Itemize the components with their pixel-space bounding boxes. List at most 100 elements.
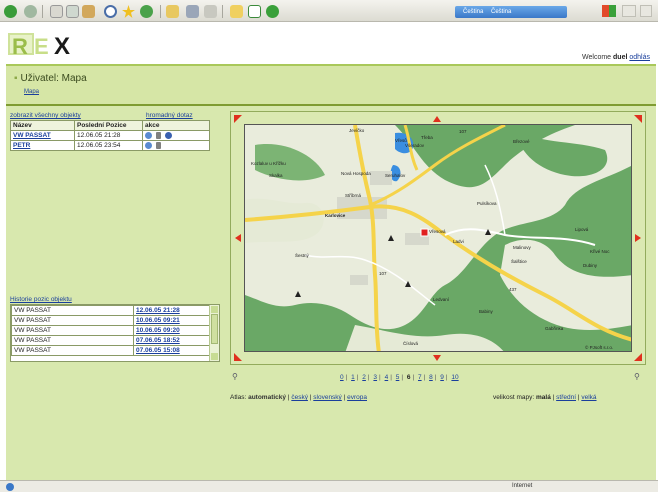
object-name-link[interactable]: VW PASSAT xyxy=(13,132,51,139)
toolbar-separator xyxy=(42,5,43,18)
scroll-thumb[interactable] xyxy=(211,314,218,344)
map-place-label: Třeba xyxy=(421,135,433,140)
page-link[interactable]: 7 xyxy=(418,374,422,381)
breadcrumb[interactable]: Mapa xyxy=(24,89,39,95)
map-place-label: Babiny xyxy=(479,309,494,314)
map-place-label: Lipová xyxy=(575,227,589,232)
language-tab[interactable]: Čeština xyxy=(491,9,511,15)
table-row[interactable]: VW PASSAT 12.06.05 21:28 xyxy=(11,305,211,316)
info-icon[interactable] xyxy=(164,132,172,139)
globe-icon[interactable] xyxy=(145,132,152,139)
map-place-label: Všeradov xyxy=(405,143,425,148)
map-canvas: Jevíčko Vřesů Třeba Všeradov Březové Koz… xyxy=(245,125,631,351)
map-size-label: velikost mapy: xyxy=(493,394,535,401)
refresh-icon[interactable] xyxy=(66,5,79,18)
scroll-up-icon[interactable] xyxy=(211,306,218,313)
svg-text:E: E xyxy=(34,34,49,59)
print-icon[interactable] xyxy=(186,5,199,18)
page-link[interactable]: 0 xyxy=(340,374,344,381)
windows-logo-icon xyxy=(602,5,616,17)
maximize-icon[interactable] xyxy=(640,5,652,17)
minimize-icon[interactable] xyxy=(622,5,636,17)
security-zone: Internet xyxy=(512,483,533,489)
page-link[interactable]: 2 xyxy=(362,374,366,381)
history-date-link[interactable]: 10.06.05 09:20 xyxy=(133,325,211,336)
edit-icon[interactable] xyxy=(204,5,217,18)
pan-north-icon[interactable] xyxy=(433,115,441,123)
page-link[interactable]: 8 xyxy=(429,374,433,381)
objects-table: Název Poslední Pozice akce VW PASSAT 12.… xyxy=(10,120,210,152)
object-name-link[interactable]: PETR xyxy=(13,142,30,149)
svg-text:X: X xyxy=(54,33,70,59)
folder-icon[interactable] xyxy=(230,5,243,18)
column-header: Název xyxy=(10,120,75,131)
show-all-objects-link[interactable]: zobrazit všechny objekty xyxy=(10,112,81,119)
zoom-in-icon[interactable]: ⚲ xyxy=(634,372,640,381)
map-size-current: malá xyxy=(536,394,551,401)
page-icon[interactable] xyxy=(248,5,261,18)
search-icon[interactable] xyxy=(104,5,117,18)
favorites-icon[interactable] xyxy=(122,5,135,18)
page-link[interactable]: 9 xyxy=(440,374,444,381)
bulk-query-link[interactable]: hromadný dotaz xyxy=(146,112,193,119)
map-place-label: Pulsíkova xyxy=(477,201,497,206)
history-scrollbar[interactable] xyxy=(209,305,219,361)
pan-south-icon[interactable] xyxy=(433,354,441,362)
scroll-down-icon[interactable] xyxy=(211,353,218,360)
history-date-link[interactable]: 12.06.05 21:28 xyxy=(133,305,211,316)
page-link[interactable]: 4 xyxy=(385,374,389,381)
page-link[interactable]: 10 xyxy=(451,374,458,381)
language-tabs[interactable]: Čeština Čeština xyxy=(455,6,567,18)
globe-icon[interactable] xyxy=(145,142,152,150)
table-header-row: Název Poslední Pozice akce xyxy=(10,120,210,131)
map-pagination: 0 | 1 | 2 | 3 | 4 | 5 | 6 | 7 | 8 | 9 | 10 xyxy=(340,374,459,381)
page-link[interactable]: 1 xyxy=(351,374,355,381)
page-link[interactable]: 3 xyxy=(373,374,377,381)
map-place-label: Číslová xyxy=(403,340,419,346)
language-tab[interactable]: Čeština xyxy=(463,9,483,15)
phone-icon[interactable] xyxy=(155,132,161,139)
map-place-label: Březové xyxy=(513,139,530,144)
history-date-link[interactable]: 07.06.05 18:52 xyxy=(133,335,211,346)
object-position: 12.06.05 23:54 xyxy=(74,140,143,152)
pan-southeast-icon[interactable] xyxy=(634,353,642,361)
history-icon[interactable] xyxy=(140,5,153,18)
road-number: 437 xyxy=(509,287,517,292)
table-row[interactable]: VW PASSAT 10.06.05 09:21 xyxy=(11,315,211,326)
toolbar-separator xyxy=(222,5,223,18)
zoom-out-icon[interactable]: ⚲ xyxy=(232,372,238,381)
logout-link[interactable]: odhlás xyxy=(629,54,650,61)
map-size-option-link[interactable]: velká xyxy=(581,394,596,401)
table-row[interactable]: VW PASSAT 07.06.05 15:08 xyxy=(11,345,211,356)
column-header: akce xyxy=(142,120,210,131)
map-view[interactable]: Jevíčko Vřesů Třeba Všeradov Březové Koz… xyxy=(244,124,632,352)
history-name: VW PASSAT xyxy=(11,345,134,356)
page-header: ▪ Uživatel: Mapa Mapa xyxy=(6,64,656,104)
pan-east-icon[interactable] xyxy=(634,234,642,242)
table-row[interactable]: VW PASSAT 10.06.05 09:20 xyxy=(11,325,211,336)
atlas-option-link[interactable]: evropa xyxy=(347,394,367,401)
pan-northeast-icon[interactable] xyxy=(634,115,642,123)
table-row[interactable]: VW PASSAT 07.06.05 18:52 xyxy=(11,335,211,346)
pan-southwest-icon[interactable] xyxy=(234,353,242,361)
stop-icon[interactable] xyxy=(50,5,63,18)
atlas-selector: Atlas: automatický | český | slovenský |… xyxy=(230,394,367,401)
history-date-link[interactable]: 07.06.05 15:08 xyxy=(133,345,211,356)
map-size-option-link[interactable]: střední xyxy=(556,394,576,401)
toolbar-separator xyxy=(160,5,161,18)
history-table: VW PASSAT 12.06.05 21:28 VW PASSAT 10.06.0… xyxy=(11,305,211,356)
pan-northwest-icon[interactable] xyxy=(234,115,242,123)
forward-icon[interactable] xyxy=(24,5,37,18)
back-icon[interactable] xyxy=(4,5,17,18)
atlas-option-link[interactable]: slovenský xyxy=(313,394,342,401)
welcome-prefix: Welcome xyxy=(582,54,612,61)
atlas-option-link[interactable]: český xyxy=(291,394,308,401)
pan-west-icon[interactable] xyxy=(234,234,242,242)
mail-icon[interactable] xyxy=(166,5,179,18)
page-link[interactable]: 5 xyxy=(396,374,400,381)
history-date-link[interactable]: 10.06.05 09:21 xyxy=(133,315,211,326)
phone-icon[interactable] xyxy=(155,142,161,150)
messenger-icon[interactable] xyxy=(266,5,279,18)
home-icon[interactable] xyxy=(82,5,95,18)
history-title: Historie pozic objektu xyxy=(10,296,72,303)
